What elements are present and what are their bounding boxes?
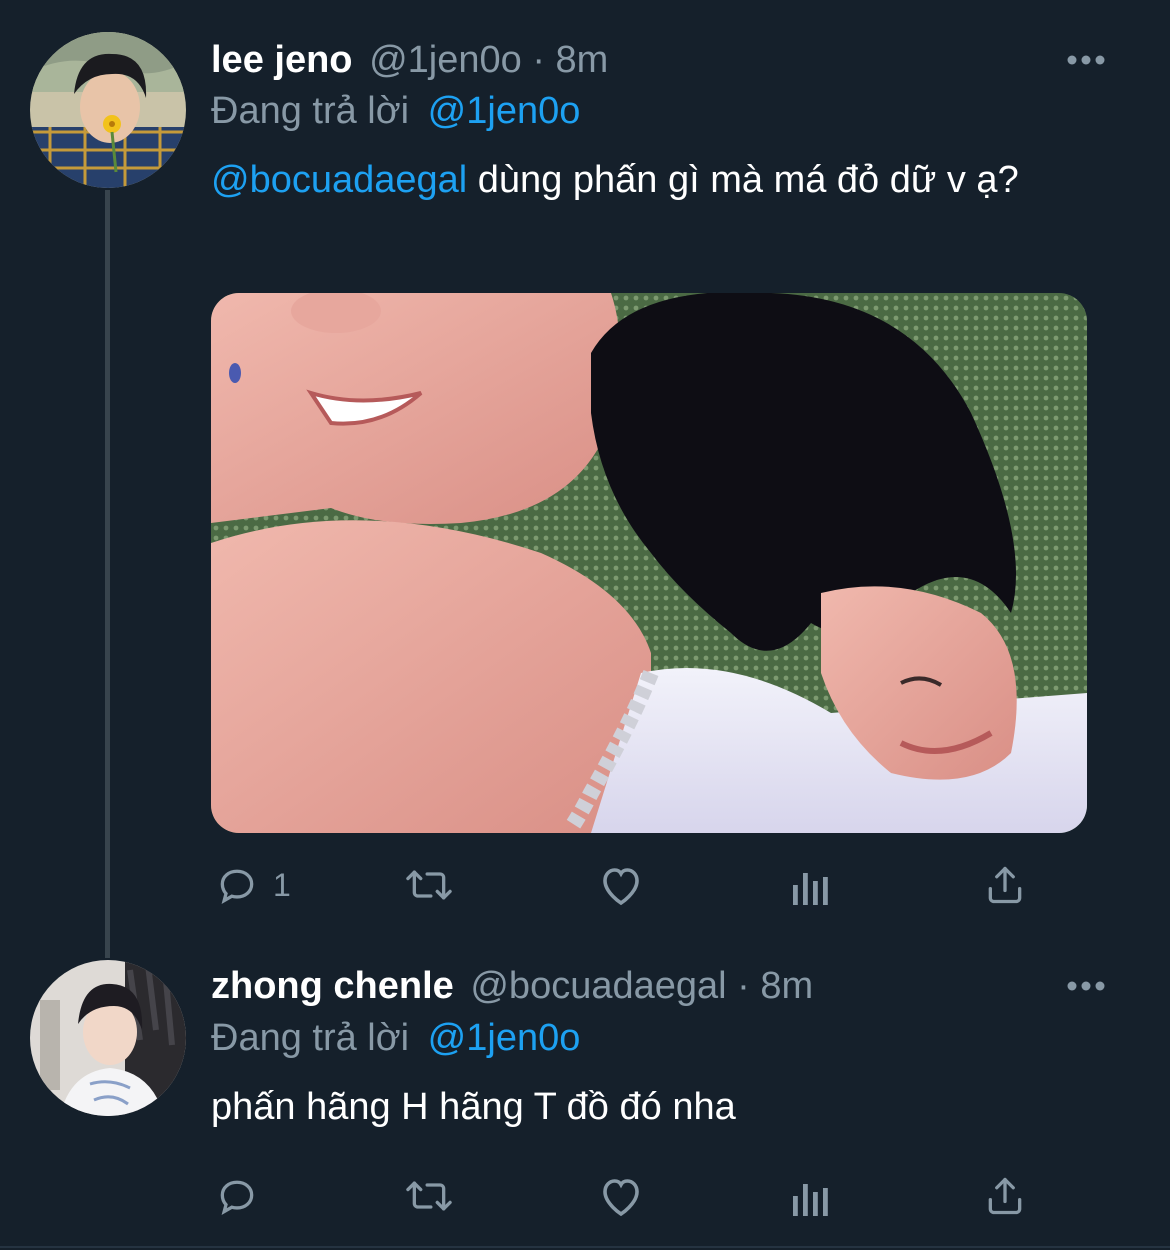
retweet-button[interactable] <box>401 1171 457 1221</box>
timestamp[interactable]: 8m <box>556 39 609 81</box>
replying-to-handle[interactable]: @1jen0o <box>428 90 581 132</box>
mention-link[interactable]: @bocuadaegal <box>211 159 467 201</box>
tweet-1-actions: 1 <box>211 860 1041 910</box>
display-name[interactable]: zhong chenle <box>211 965 454 1007</box>
feed-divider <box>0 1246 1170 1248</box>
share-icon <box>988 866 1022 904</box>
separator: · <box>737 965 750 1007</box>
user-handle[interactable]: @bocuadaegal <box>470 965 726 1007</box>
analytics-icon <box>793 1184 828 1216</box>
display-name[interactable]: lee jeno <box>211 39 353 81</box>
more-icon[interactable] <box>1066 54 1106 66</box>
analytics-button[interactable] <box>791 860 831 910</box>
tweet-text: phấn hãng H hãng T đồ đó nha <box>211 1086 736 1128</box>
reply-button[interactable]: 1 <box>215 860 291 910</box>
reply-icon <box>220 869 254 904</box>
replying-to: Đang trả lời @1jen0o <box>211 88 580 134</box>
thread-connector-line <box>105 190 110 958</box>
retweet-icon <box>406 1181 452 1211</box>
replying-to: Đang trả lời @1jen0o <box>211 1015 580 1061</box>
heart-icon <box>603 868 639 906</box>
heart-icon <box>603 1179 639 1217</box>
tweet-1-header: lee jeno @1jen0o · 8m <box>211 37 608 83</box>
tweet-text: @bocuadaegal dùng phấn gì mà má đỏ dữ v … <box>211 155 1091 205</box>
like-button[interactable] <box>597 860 645 910</box>
avatar-zhong-chenle[interactable] <box>30 960 186 1116</box>
replying-to-label: Đang trả lời <box>211 1017 410 1059</box>
replying-to-label: Đang trả lời <box>211 90 410 132</box>
tweet-text-content: dùng phấn gì mà má đỏ dữ v ạ? <box>467 159 1019 201</box>
user-handle[interactable]: @1jen0o <box>369 39 522 81</box>
more-icon[interactable] <box>1066 980 1106 992</box>
tweet-2-actions <box>211 1171 1041 1221</box>
reply-icon <box>220 1180 254 1215</box>
share-button[interactable] <box>983 860 1027 910</box>
retweet-button[interactable] <box>401 860 457 910</box>
reply-button[interactable] <box>215 1171 259 1221</box>
tweet-photo[interactable] <box>211 293 1087 833</box>
analytics-icon <box>793 873 828 905</box>
like-button[interactable] <box>597 1171 645 1221</box>
avatar-lee-jeno[interactable] <box>30 32 186 188</box>
timestamp[interactable]: 8m <box>760 965 813 1007</box>
share-button[interactable] <box>983 1171 1027 1221</box>
analytics-button[interactable] <box>791 1171 831 1221</box>
reply-count: 1 <box>273 866 291 903</box>
share-icon <box>988 1177 1022 1215</box>
tweet-2-header: zhong chenle @bocuadaegal · 8m <box>211 963 813 1009</box>
retweet-icon <box>406 870 452 900</box>
replying-to-handle[interactable]: @1jen0o <box>428 1017 581 1059</box>
separator: · <box>532 39 545 81</box>
